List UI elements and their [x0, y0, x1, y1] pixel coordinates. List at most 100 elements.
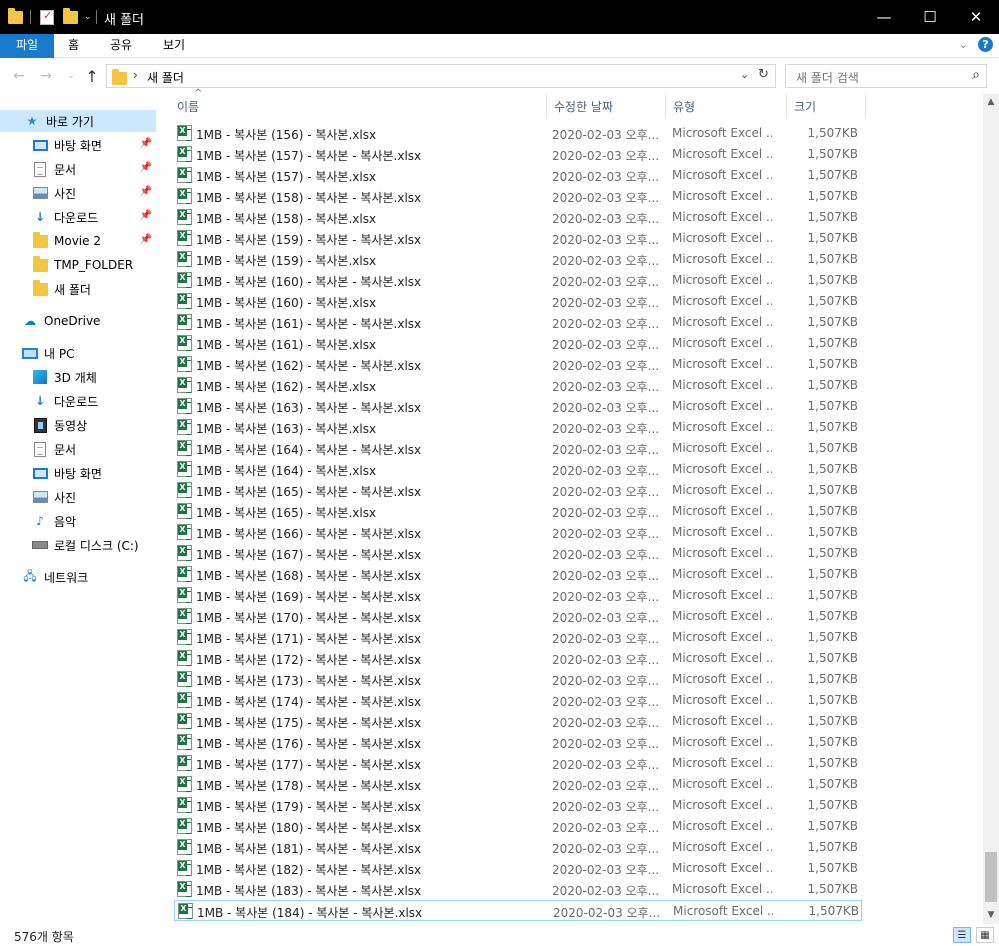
scrollbar-thumb[interactable] [985, 852, 997, 902]
file-row[interactable]: 1MB - 복사본 (163) - 복사본 - 복사본.xlsx 2020-02-… [174, 396, 862, 417]
file-row[interactable]: 1MB - 복사본 (182) - 복사본 - 복사본.xlsx 2020-02-… [174, 858, 862, 879]
file-row[interactable]: 1MB - 복사본 (166) - 복사본 - 복사본.xlsx 2020-02-… [174, 522, 862, 543]
sidebar-item-pc-documents[interactable]: 문서 [0, 438, 156, 460]
file-row[interactable]: 1MB - 복사본 (157) - 복사본.xlsx 2020-02-03 오후.… [174, 165, 862, 186]
sidebar-item-onedrive[interactable]: ☁ OneDrive [0, 310, 156, 332]
new-folder-icon[interactable] [63, 7, 78, 26]
properties-icon[interactable] [40, 8, 54, 26]
file-row[interactable]: 1MB - 복사본 (157) - 복사본 - 복사본.xlsx 2020-02-… [174, 144, 862, 165]
back-button[interactable]: ← [8, 66, 30, 86]
tab-file[interactable]: 파일 [0, 34, 54, 58]
file-row[interactable]: 1MB - 복사본 (180) - 복사본 - 복사본.xlsx 2020-02-… [174, 816, 862, 837]
address-bar[interactable]: › 새 폴더 ⌄ ↻ [106, 64, 776, 88]
file-row[interactable]: 1MB - 복사본 (177) - 복사본 - 복사본.xlsx 2020-02-… [174, 753, 862, 774]
sidebar-item-pc-desktop[interactable]: 바탕 화면 [0, 462, 156, 484]
large-icons-view-button[interactable]: ▦ [976, 927, 994, 943]
sidebar-item-documents[interactable]: 문서 📌 [0, 158, 156, 180]
forward-button[interactable]: → [35, 66, 57, 86]
column-header-size[interactable]: 크기 [788, 98, 864, 114]
column-header-name[interactable]: 이름 [171, 98, 546, 114]
file-row[interactable]: 1MB - 복사본 (158) - 복사본.xlsx 2020-02-03 오후.… [174, 207, 862, 228]
file-row[interactable]: 1MB - 복사본 (184) - 복사본 - 복사본.xlsx 2020-02-… [174, 900, 862, 921]
file-row[interactable]: 1MB - 복사본 (170) - 복사본 - 복사본.xlsx 2020-02-… [174, 606, 862, 627]
column-divider[interactable] [665, 94, 666, 118]
column-header-type[interactable]: 유형 [667, 98, 785, 114]
sidebar-item-music[interactable]: ♪ 음악 [0, 510, 156, 532]
file-row[interactable]: 1MB - 복사본 (178) - 복사본 - 복사본.xlsx 2020-02-… [174, 774, 862, 795]
tab-home[interactable]: 홈 [68, 34, 79, 58]
file-row[interactable]: 1MB - 복사본 (162) - 복사본.xlsx 2020-02-03 오후.… [174, 375, 862, 396]
sidebar-item-local-disk[interactable]: 로컬 디스크 (C:) [0, 534, 156, 556]
file-row[interactable]: 1MB - 복사본 (172) - 복사본 - 복사본.xlsx 2020-02-… [174, 648, 862, 669]
sidebar-item-pc-pictures[interactable]: 사진 [0, 486, 156, 508]
sidebar-item-pc-downloads[interactable]: ↓ 다운로드 [0, 390, 156, 412]
tab-share[interactable]: 공유 [110, 34, 132, 58]
file-row[interactable]: 1MB - 복사본 (165) - 복사본 - 복사본.xlsx 2020-02-… [174, 480, 862, 501]
scroll-up-icon[interactable]: ▲ [983, 94, 999, 111]
search-input[interactable]: 새 폴더 검색 ⌕ [785, 64, 987, 88]
file-row[interactable]: 1MB - 복사본 (159) - 복사본.xlsx 2020-02-03 오후.… [174, 249, 862, 270]
sidebar-item-videos[interactable]: 동영상 [0, 414, 156, 436]
file-row[interactable]: 1MB - 복사본 (173) - 복사본 - 복사본.xlsx 2020-02-… [174, 669, 862, 690]
file-row[interactable]: 1MB - 복사본 (161) - 복사본 - 복사본.xlsx 2020-02-… [174, 312, 862, 333]
file-row[interactable]: 1MB - 복사본 (164) - 복사본.xlsx 2020-02-03 오후.… [174, 459, 862, 480]
sidebar-item-pictures[interactable]: 사진 📌 [0, 182, 156, 204]
maximize-button[interactable]: ☐ [907, 0, 953, 34]
search-icon[interactable]: ⌕ [972, 67, 980, 83]
file-row[interactable]: 1MB - 복사본 (171) - 복사본 - 복사본.xlsx 2020-02-… [174, 627, 862, 648]
close-button[interactable]: ✕ [953, 0, 999, 34]
column-header-date[interactable]: 수정한 날짜 [548, 98, 664, 114]
file-row[interactable]: 1MB - 복사본 (168) - 복사본 - 복사본.xlsx 2020-02-… [174, 564, 862, 585]
pin-icon[interactable]: 📌 [140, 138, 152, 149]
sidebar-item-desktop[interactable]: 바탕 화면 📌 [0, 134, 156, 156]
help-icon[interactable]: ? [978, 37, 993, 52]
folder-icon[interactable] [8, 7, 23, 26]
sidebar-item-quick-access[interactable]: ★ 바로 가기 [0, 110, 156, 132]
file-row[interactable]: 1MB - 복사본 (161) - 복사본.xlsx 2020-02-03 오후.… [174, 333, 862, 354]
details-view-button[interactable]: ☰ [953, 927, 971, 943]
file-row[interactable]: 1MB - 복사본 (167) - 복사본 - 복사본.xlsx 2020-02-… [174, 543, 862, 564]
column-divider[interactable] [786, 94, 787, 118]
sidebar-item-tmp-folder[interactable]: TMP_FOLDER [0, 254, 156, 276]
file-row[interactable]: 1MB - 복사본 (156) - 복사본.xlsx 2020-02-03 오후.… [174, 123, 862, 144]
file-row[interactable]: 1MB - 복사본 (176) - 복사본 - 복사본.xlsx 2020-02-… [174, 732, 862, 753]
file-row[interactable]: 1MB - 복사본 (159) - 복사본 - 복사본.xlsx 2020-02-… [174, 228, 862, 249]
pin-icon[interactable]: 📌 [140, 162, 152, 173]
file-row[interactable]: 1MB - 복사본 (160) - 복사본.xlsx 2020-02-03 오후.… [174, 291, 862, 312]
file-row[interactable]: 1MB - 복사본 (181) - 복사본 - 복사본.xlsx 2020-02-… [174, 837, 862, 858]
file-row[interactable]: 1MB - 복사본 (169) - 복사본 - 복사본.xlsx 2020-02-… [174, 585, 862, 606]
up-button[interactable]: ↑ [81, 66, 103, 86]
recent-locations-button[interactable]: ⌄ [60, 66, 82, 86]
scroll-down-icon[interactable]: ▼ [983, 907, 999, 924]
file-row[interactable]: 1MB - 복사본 (164) - 복사본 - 복사본.xlsx 2020-02-… [174, 438, 862, 459]
file-row[interactable]: 1MB - 복사본 (158) - 복사본 - 복사본.xlsx 2020-02-… [174, 186, 862, 207]
column-divider[interactable] [865, 94, 866, 118]
file-row[interactable]: 1MB - 복사본 (174) - 복사본 - 복사본.xlsx 2020-02-… [174, 690, 862, 711]
chevron-down-icon[interactable]: ⌄ [84, 8, 92, 26]
column-divider[interactable] [546, 94, 547, 118]
address-dropdown-icon[interactable]: ⌄ [740, 68, 749, 81]
vertical-scrollbar[interactable]: ▲ ▼ [983, 94, 999, 924]
file-row[interactable]: 1MB - 복사본 (175) - 복사본 - 복사본.xlsx 2020-02-… [174, 711, 862, 732]
sidebar-item-this-pc[interactable]: 내 PC [0, 342, 156, 364]
sidebar-item-network[interactable]: 🖧 네트워크 [0, 566, 156, 588]
sidebar-item-new-folder[interactable]: 새 폴더 [0, 278, 156, 300]
file-row[interactable]: 1MB - 복사본 (179) - 복사본 - 복사본.xlsx 2020-02-… [174, 795, 862, 816]
file-row[interactable]: 1MB - 복사본 (160) - 복사본 - 복사본.xlsx 2020-02-… [174, 270, 862, 291]
file-row[interactable]: 1MB - 복사본 (165) - 복사본.xlsx 2020-02-03 오후.… [174, 501, 862, 522]
pin-icon[interactable]: 📌 [140, 186, 152, 197]
minimize-button[interactable]: — [861, 0, 907, 34]
expand-ribbon-icon[interactable]: ⌄ [959, 38, 968, 51]
tab-view[interactable]: 보기 [163, 34, 185, 58]
pin-icon[interactable]: 📌 [140, 234, 152, 245]
file-row[interactable]: 1MB - 복사본 (183) - 복사본 - 복사본.xlsx 2020-02-… [174, 879, 862, 900]
file-row[interactable]: 1MB - 복사본 (163) - 복사본.xlsx 2020-02-03 오후.… [174, 417, 862, 438]
sidebar-item-downloads[interactable]: ↓ 다운로드 📌 [0, 206, 156, 228]
file-row[interactable]: 1MB - 복사본 (162) - 복사본 - 복사본.xlsx 2020-02-… [174, 354, 862, 375]
sidebar-item-movie-2[interactable]: Movie 2 📌 [0, 230, 156, 252]
pin-icon[interactable]: 📌 [140, 210, 152, 221]
refresh-icon[interactable]: ↻ [758, 67, 769, 82]
sidebar-item-3d-objects[interactable]: 3D 개체 [0, 366, 156, 388]
breadcrumb[interactable]: 새 폴더 [147, 69, 184, 86]
breadcrumb-chevron-icon[interactable]: › [133, 68, 138, 82]
